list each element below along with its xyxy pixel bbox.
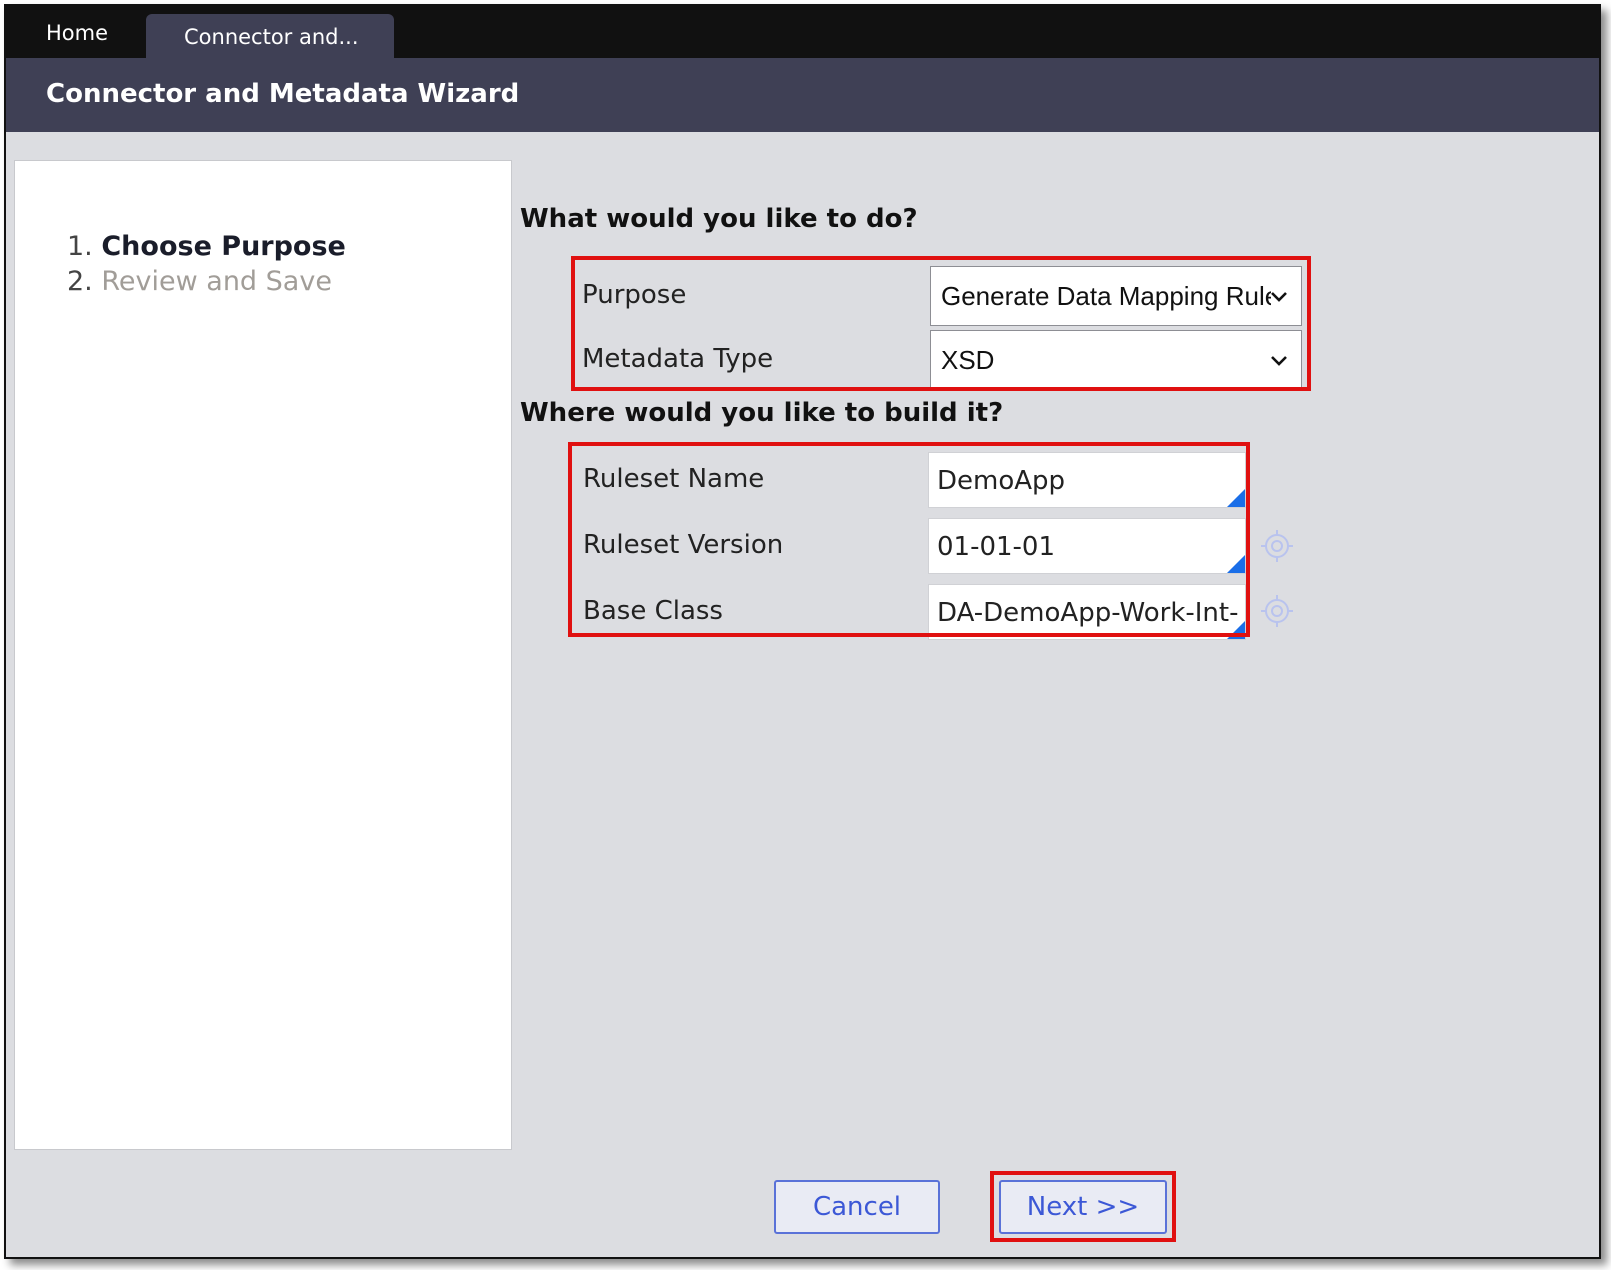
step-label: Choose Purpose	[101, 231, 346, 262]
page-title: Connector and Metadata Wizard	[46, 79, 520, 109]
step-label: Review and Save	[101, 266, 332, 297]
next-highlight-box	[990, 1171, 1176, 1242]
tab-bar: Home Connector and...	[6, 6, 1599, 58]
target-icon[interactable]	[1260, 594, 1294, 628]
section-heading-what: What would you like to do?	[520, 204, 918, 234]
tab-home[interactable]: Home	[46, 6, 108, 58]
header: Connector and Metadata Wizard	[6, 58, 1599, 132]
step-review-and-save: 2. Review and Save	[67, 266, 332, 297]
target-icon[interactable]	[1260, 529, 1294, 563]
steps-panel: 1. Choose Purpose 2. Review and Save	[14, 160, 512, 1150]
step-choose-purpose: 1. Choose Purpose	[67, 231, 346, 262]
purpose-highlight-box	[571, 256, 1311, 391]
build-location-highlight-box	[568, 442, 1250, 637]
section-heading-where: Where would you like to build it?	[520, 398, 1004, 428]
cancel-button[interactable]: Cancel	[774, 1180, 940, 1234]
step-number: 2.	[67, 266, 93, 297]
step-number: 1.	[67, 231, 93, 262]
tab-connector[interactable]: Connector and...	[146, 14, 394, 58]
